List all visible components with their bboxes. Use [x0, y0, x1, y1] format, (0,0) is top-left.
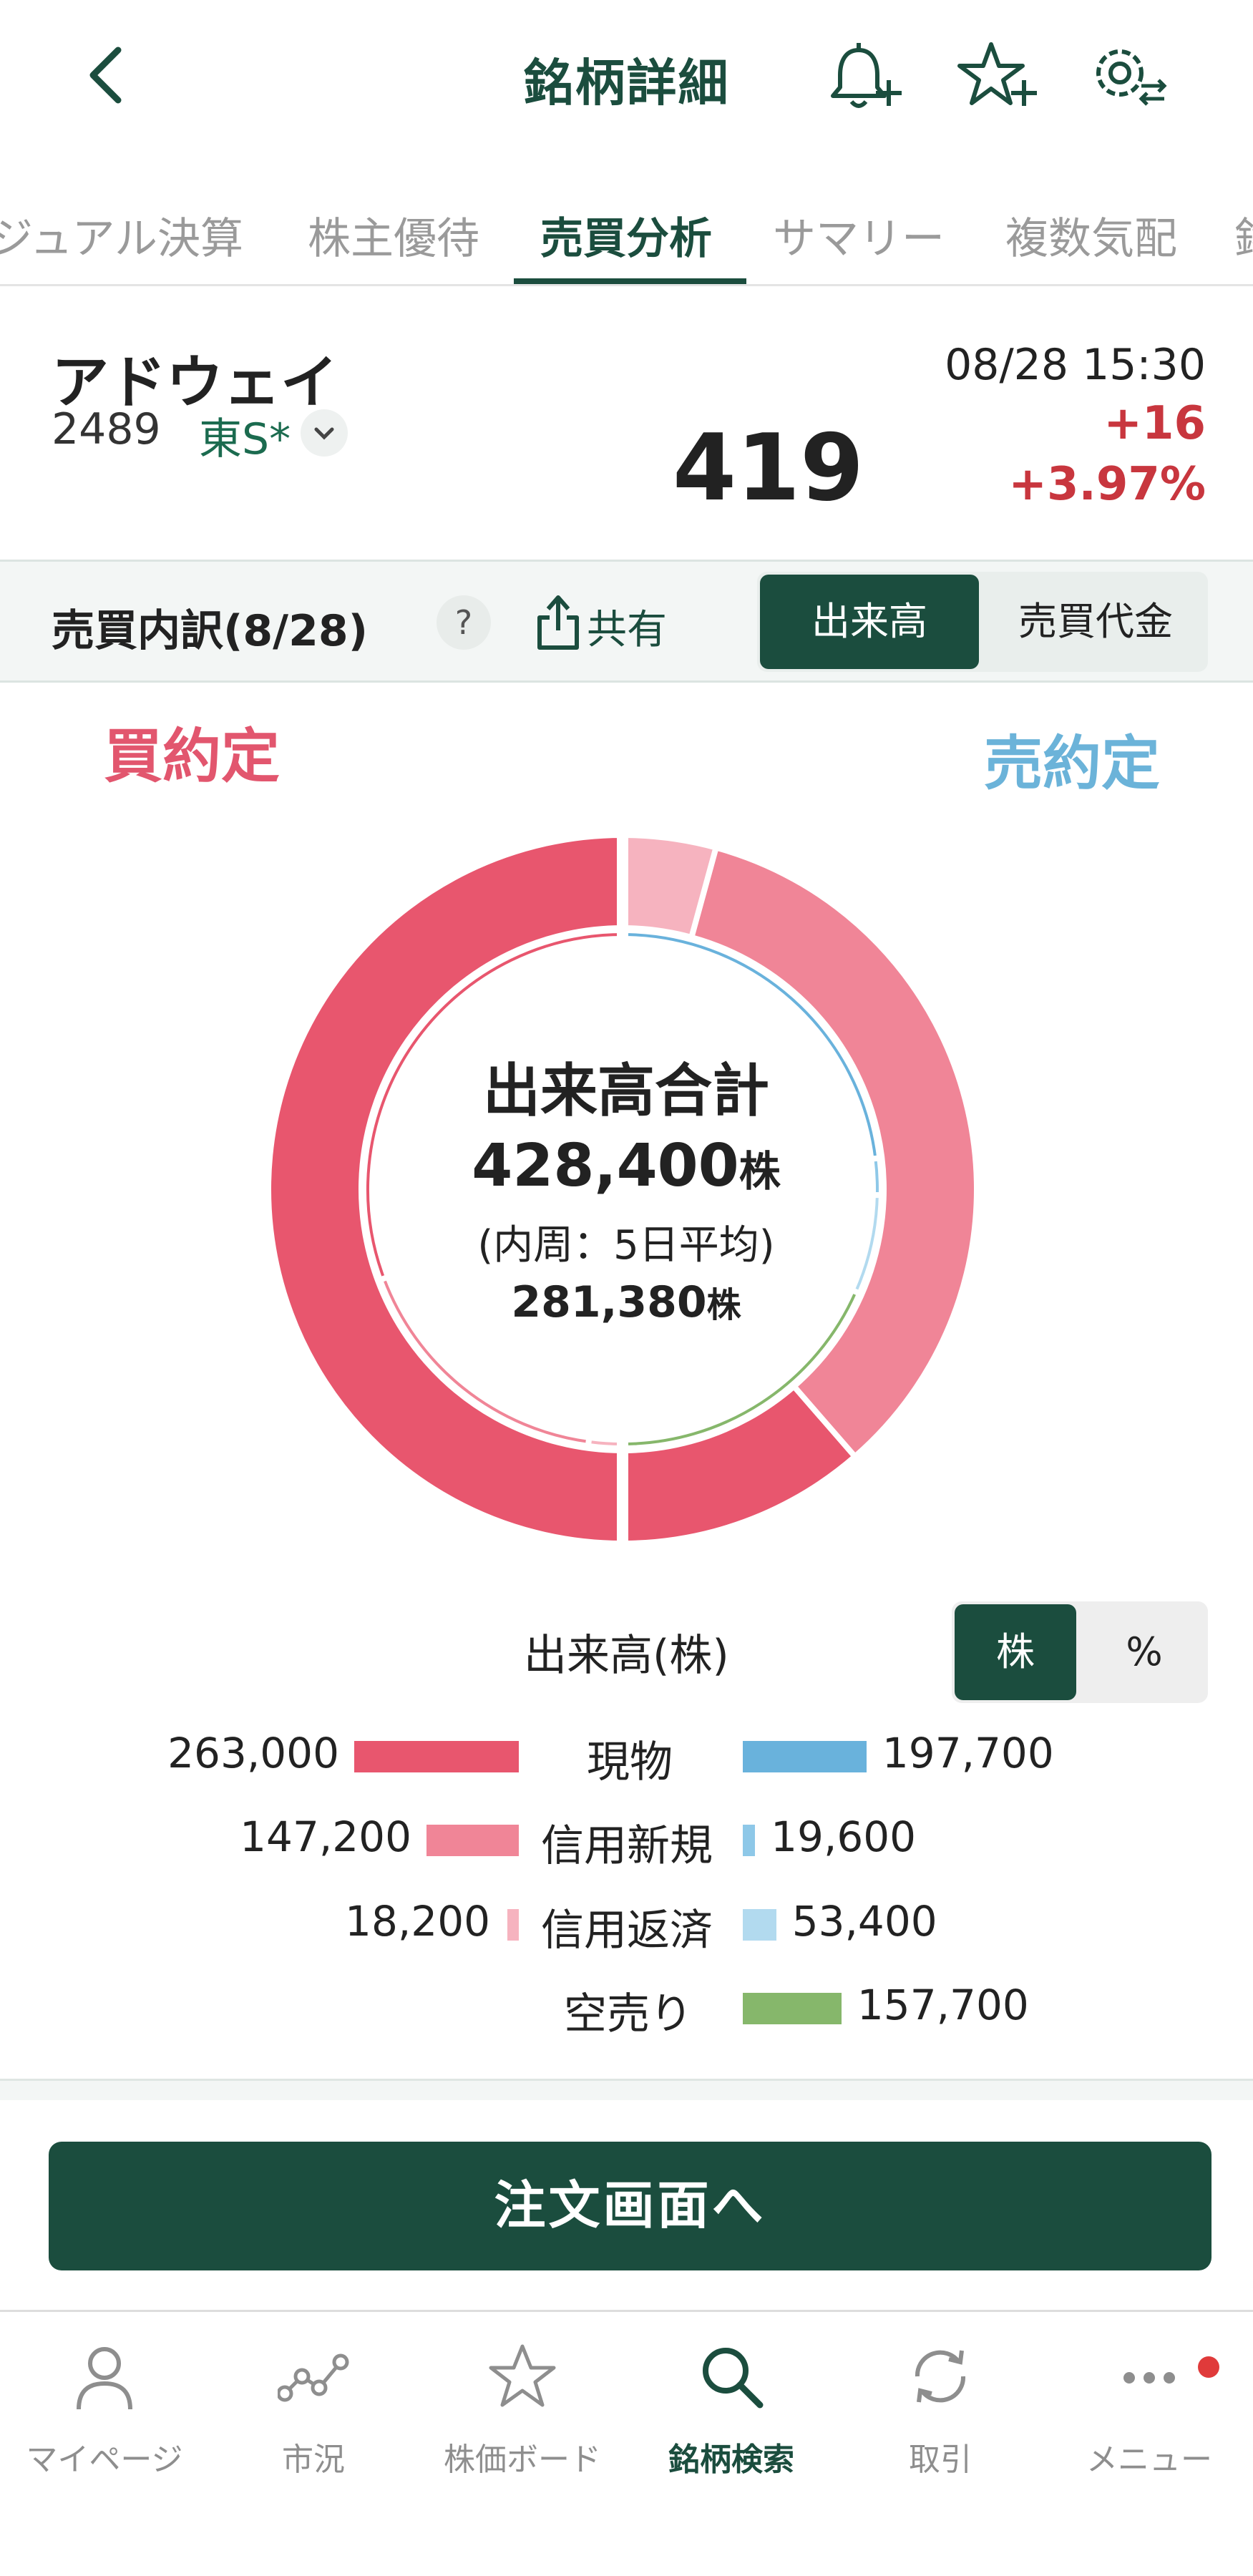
total-volume-title: 出来高合計 [483, 1058, 769, 1124]
total-volume: 428,400株 [411, 1132, 841, 1200]
nav-stock-board[interactable]: 株価ボード [418, 2333, 627, 2491]
price-change-percent: +3.97% [1008, 458, 1206, 511]
person-icon [77, 2347, 132, 2410]
section-divider [0, 2079, 1253, 2100]
row-label-margin-repay: 信用返済 [541, 1906, 713, 1956]
stock-code: 2489 [52, 404, 161, 454]
nav-market[interactable]: 市況 [209, 2333, 418, 2491]
percent-toggle-button[interactable]: % [1083, 1604, 1205, 1700]
app-header: 銘柄詳細 [0, 0, 1253, 150]
sell-bar-margin-new [743, 1825, 756, 1856]
total-volume-unit: 株 [738, 1147, 781, 1196]
sell-bar-cash [743, 1741, 867, 1772]
trading-value-toggle-button[interactable]: 売買代金 [986, 575, 1205, 669]
unit-toggle: 株 % [952, 1601, 1208, 1703]
help-button[interactable]: ? [437, 595, 491, 650]
inner-ring-caption: (内周：5日平均) [477, 1222, 775, 1269]
market-chart-icon [278, 2353, 349, 2402]
nav-trade[interactable]: 取引 [836, 2333, 1045, 2491]
stock-price: 419 [673, 415, 864, 522]
total-volume-value: 428,400 [472, 1132, 739, 1200]
stock-info: アドウェイ 2489 東S* 08/28 15:30 419 +16 +3.97… [0, 286, 1253, 558]
order-screen-button[interactable]: 注文画面へ [49, 2142, 1211, 2270]
share-label: 共有 [587, 607, 667, 653]
nav-label-menu: メニュー [1086, 2441, 1212, 2478]
more-icon [1123, 2372, 1175, 2384]
sell-value-cash: 197,700 [882, 1729, 1054, 1777]
breakdown-title: 売買内訳(8/28) [52, 606, 369, 656]
buy-bar-cash [354, 1741, 519, 1772]
nav-label-stock-board: 株価ボード [444, 2441, 601, 2478]
refresh-icon [915, 2350, 966, 2403]
settings-switch-icon[interactable] [1084, 36, 1170, 114]
sell-value-margin-new: 19,600 [771, 1813, 917, 1861]
buy-value-margin-new: 147,200 [240, 1813, 411, 1861]
nav-mypage[interactable]: マイページ [0, 2333, 209, 2491]
nav-label-trade: 取引 [909, 2441, 972, 2478]
five-day-average-unit: 株 [706, 1285, 741, 1325]
shares-toggle-button[interactable]: 株 [955, 1604, 1076, 1700]
inner-sell-slice-margin-new [867, 1154, 884, 1199]
volume-toggle-button[interactable]: 出来高 [760, 575, 979, 669]
tab-shareholder-benefits[interactable]: 株主優待 [308, 204, 479, 266]
buy-value-cash: 263,000 [167, 1729, 339, 1777]
donut-center: 出来高合計 428,400株 (内周：5日平均) 281,380株 [411, 1045, 841, 1327]
five-day-average: 281,380株 [411, 1277, 841, 1327]
market-select[interactable] [301, 409, 348, 457]
bell-add-icon[interactable] [823, 36, 909, 114]
donut-top-gap [617, 828, 628, 939]
chevron-down-icon [314, 427, 334, 440]
bottom-tab-bar: マイページ 市況 株価ボード 銘柄検索 取引 メニュー [0, 2310, 1253, 2576]
buy-value-margin-repay: 18,200 [345, 1897, 490, 1946]
buy-bar-margin-new [426, 1825, 519, 1856]
detail-tabs: ジュアル決算 株主優待 売買分析 サマリー 複数気配 銘 [0, 182, 1253, 286]
tab-more[interactable]: 銘 [1234, 204, 1253, 266]
buy-bar-margin-repay [507, 1909, 519, 1941]
nav-label-stock-search: 銘柄検索 [668, 2441, 794, 2478]
tab-summary[interactable]: サマリー [773, 204, 945, 266]
volume-unit-title: 出来高(株) [524, 1631, 729, 1681]
star-icon [489, 2344, 556, 2407]
tab-visual-earnings[interactable]: ジュアル決算 [0, 204, 243, 266]
row-label-margin-new: 信用新規 [541, 1821, 713, 1871]
metric-toggle: 出来高 売買代金 [757, 572, 1208, 672]
sell-value-margin-repay: 53,400 [791, 1897, 937, 1946]
breakdown-bar: 売買内訳(8/28) ? 共有 出来高 売買代金 [0, 560, 1253, 683]
sell-bar-margin-repay [743, 1909, 776, 1941]
sell-value-short-sell: 157,700 [857, 1981, 1029, 2029]
five-day-average-value: 281,380 [511, 1277, 707, 1327]
nav-stock-search[interactable]: 銘柄検索 [627, 2333, 836, 2491]
nav-menu[interactable]: メニュー [1045, 2333, 1253, 2491]
nav-label-mypage: マイページ [26, 2441, 183, 2478]
active-tab-indicator [514, 278, 746, 284]
market-label: 東S* [199, 414, 291, 464]
row-label-cash: 現物 [587, 1737, 673, 1787]
sell-bar-short-sell [743, 1993, 842, 2024]
notification-dot [1198, 2356, 1219, 2378]
page-title: 銘柄詳細 [523, 54, 730, 112]
price-datetime: 08/28 15:30 [945, 340, 1206, 390]
row-label-short-sell: 空売り [564, 1989, 693, 2039]
donut-bottom-gap [617, 1440, 628, 1551]
nav-label-market: 市況 [282, 2441, 345, 2478]
share-icon [537, 595, 579, 650]
tab-trade-analysis[interactable]: 売買分析 [540, 204, 712, 266]
price-change: +16 [1103, 397, 1206, 450]
star-add-icon[interactable] [955, 36, 1041, 114]
tab-multi-quotes[interactable]: 複数気配 [1005, 204, 1177, 266]
search-icon [703, 2348, 764, 2409]
